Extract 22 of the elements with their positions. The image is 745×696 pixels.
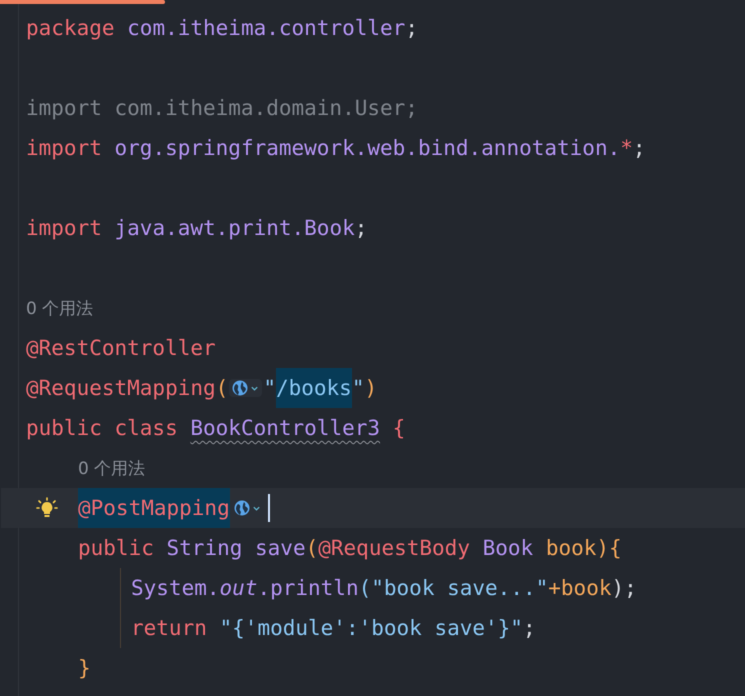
code-text: @PostMapping xyxy=(78,488,230,528)
usage-hint[interactable]: 0 个用法 xyxy=(26,296,94,320)
chevron-icon xyxy=(250,384,260,392)
chevron-icon xyxy=(252,504,261,512)
code-text: @RequestMapping( xyxy=(26,375,228,402)
code-text: } xyxy=(78,655,91,682)
code-text: import org.springframework.web.bind.annotation.*; xyxy=(26,135,646,162)
code-text: public class BookController3 { xyxy=(26,415,406,442)
code-text: return "{'module':'book save'}"; xyxy=(131,615,536,642)
url-inlay-button[interactable] xyxy=(229,379,262,397)
code-text: public String save(@RequestBody Book book){ xyxy=(78,535,622,562)
globe-icon xyxy=(234,500,250,516)
text-cursor xyxy=(268,494,270,522)
code-text: System.out.println("book save..."+book); xyxy=(131,575,637,602)
globe-icon xyxy=(232,380,248,396)
code-text: import com.itheima.domain.User; xyxy=(26,95,418,122)
code-editor[interactable] xyxy=(0,0,745,696)
code-text: import java.awt.print.Book; xyxy=(26,215,368,242)
usage-hint[interactable]: 0 个用法 xyxy=(78,456,146,480)
lightbulb-icon[interactable] xyxy=(36,497,58,519)
code-text: @RestController xyxy=(26,335,216,362)
code-text: package com.itheima.controller; xyxy=(26,15,418,42)
